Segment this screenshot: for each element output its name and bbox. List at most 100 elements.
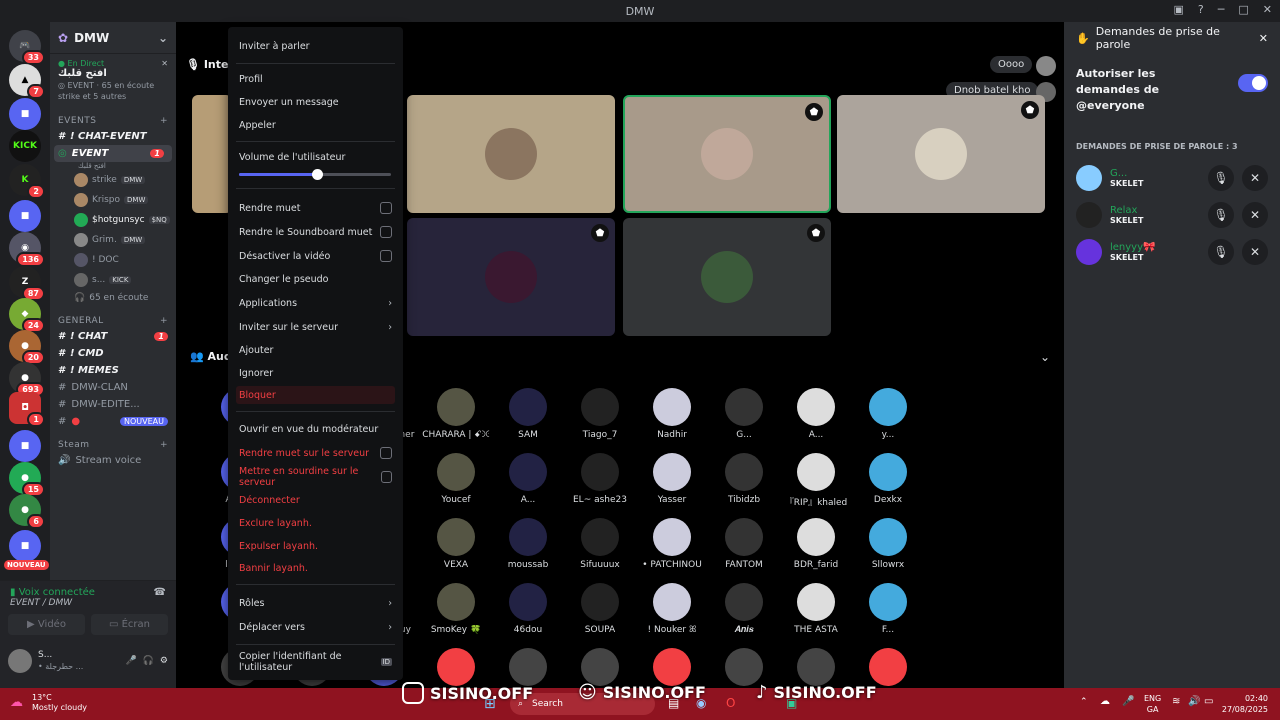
audience-member[interactable]: F...: [852, 583, 924, 635]
audience-member[interactable]: Tiago_7: [564, 388, 636, 440]
server-icon[interactable]: Z 87: [9, 266, 45, 301]
add-icon[interactable]: +: [160, 440, 168, 450]
server-icon[interactable]: ■: [9, 200, 41, 232]
checkbox[interactable]: [380, 202, 392, 214]
audience-member[interactable]: SmoKey 🍀: [420, 583, 492, 635]
checkbox[interactable]: [380, 447, 392, 459]
audience-member[interactable]: 『RIP』khaled: [780, 453, 852, 508]
channel-stream-voice[interactable]: 🔊 Stream voice: [50, 452, 176, 469]
voice-user[interactable]: ! DOC: [50, 250, 176, 270]
disconnect-icon[interactable]: ☎: [154, 587, 166, 598]
menu-call[interactable]: Appeler: [236, 116, 395, 134]
menu-apps[interactable]: Applications ›: [236, 294, 395, 312]
screen-button[interactable]: ▭ Écran: [91, 614, 168, 635]
channel-dmw-edite[interactable]: # DMW-EDITE...: [50, 396, 176, 413]
close-icon[interactable]: ✕: [1263, 3, 1272, 16]
menu-change-nick[interactable]: Changer le pseudo: [236, 270, 395, 288]
wifi-icon[interactable]: ≋: [1172, 696, 1180, 707]
menu-roles[interactable]: Rôles ›: [236, 594, 395, 612]
deny-speaker-button[interactable]: ✕: [1242, 201, 1268, 228]
server-icon[interactable]: ● 693: [9, 362, 45, 397]
microphone-icon[interactable]: 🎤: [125, 656, 136, 666]
menu-add[interactable]: Ajouter: [236, 341, 395, 359]
audience-member[interactable]: Sllowrx: [852, 518, 924, 570]
maximize-icon[interactable]: □: [1238, 3, 1248, 16]
audience-member[interactable]: 𝑨𝒏𝒊𝒔: [708, 583, 780, 635]
chevron-down-icon[interactable]: ⌄: [1040, 350, 1050, 364]
menu-server-deafen[interactable]: Mettre en sourdine sur le serveur: [236, 466, 395, 488]
avatar[interactable]: [8, 649, 32, 673]
speaker-tile[interactable]: ⬟: [407, 218, 615, 336]
battery-icon[interactable]: ▭: [1204, 696, 1213, 707]
microphone-icon[interactable]: 🎤: [1122, 696, 1134, 707]
deny-speaker-button[interactable]: ✕: [1242, 238, 1268, 265]
audience-member[interactable]: A...: [780, 388, 852, 440]
speaker-tile-active[interactable]: ⬟: [623, 95, 831, 213]
voice-user[interactable]: Grim. DMW: [50, 230, 176, 250]
channel-chat[interactable]: # ! CHAT 1: [50, 328, 176, 345]
menu-mod-view[interactable]: Ouvrir en vue du modérateur: [236, 420, 395, 438]
menu-mute-soundboard[interactable]: Rendre le Soundboard muet: [236, 223, 395, 241]
accept-speaker-button[interactable]: 🎙: [1208, 238, 1234, 265]
channel-chat-event[interactable]: # ! CHAT-EVENT: [50, 128, 176, 145]
add-icon[interactable]: +: [160, 316, 168, 326]
server-icon[interactable]: ● 15: [9, 462, 45, 497]
audience-member[interactable]: FANTOM: [708, 518, 780, 570]
close-icon[interactable]: ✕: [1259, 32, 1268, 45]
home-button[interactable]: 🎮 33: [9, 30, 45, 65]
audience-member[interactable]: A...: [492, 453, 564, 505]
server-icon-active[interactable]: ◘ 1: [9, 392, 45, 427]
menu-ban[interactable]: Bannir layanh.: [236, 559, 395, 577]
audience-member[interactable]: THE ASTA: [780, 583, 852, 635]
opera-icon[interactable]: O: [726, 696, 735, 710]
menu-exclude[interactable]: Exclure layanh.: [236, 514, 395, 532]
language-indicator[interactable]: ENG GA: [1144, 693, 1161, 715]
menu-kick[interactable]: Expulser layanh.: [236, 537, 395, 555]
inbox-icon[interactable]: ▣: [1174, 3, 1184, 16]
audience-member[interactable]: Youcef: [420, 453, 492, 505]
minimize-icon[interactable]: ─: [1218, 3, 1225, 16]
allow-requests-toggle[interactable]: [1238, 74, 1268, 92]
channel-dmw-clan[interactable]: # DMW-CLAN: [50, 379, 176, 396]
channel-event[interactable]: ◎ EVENT 1: [54, 145, 172, 162]
menu-disable-video[interactable]: Désactiver la vidéo: [236, 247, 395, 265]
guild-header[interactable]: ✿ DMW ⌄: [50, 22, 176, 54]
headphones-icon[interactable]: 🎧: [143, 656, 154, 666]
audience-member[interactable]: Tibidzb: [708, 453, 780, 505]
video-button[interactable]: ▶ Vidéo: [8, 614, 85, 635]
audience-member[interactable]: y...: [852, 388, 924, 440]
add-icon[interactable]: +: [160, 116, 168, 126]
menu-server-mute[interactable]: Rendre muet sur le serveur: [236, 444, 395, 462]
speaker-tile[interactable]: ⬟: [623, 218, 831, 336]
checkbox[interactable]: [380, 250, 392, 262]
category-events[interactable]: EVENTS +: [50, 106, 176, 128]
gear-icon[interactable]: ⚙: [160, 656, 168, 666]
audience-member[interactable]: G...: [708, 388, 780, 440]
voice-user[interactable]: s... KICK: [50, 270, 176, 290]
audience-member[interactable]: EL~ ashe23: [564, 453, 636, 505]
audience-member[interactable]: SAM: [492, 388, 564, 440]
server-icon[interactable]: ■: [9, 530, 41, 562]
server-icon[interactable]: ■: [9, 430, 41, 462]
audience-member[interactable]: 46dou: [492, 583, 564, 635]
user-volume-slider[interactable]: [239, 169, 391, 180]
menu-move-to[interactable]: Déplacer vers ›: [236, 618, 395, 636]
channel-memes[interactable]: # ! MEMES: [50, 362, 176, 379]
accept-speaker-button[interactable]: 🎙: [1208, 164, 1234, 191]
voice-user[interactable]: Krispo DMW: [50, 190, 176, 210]
speaker-tile[interactable]: ⬟: [837, 95, 1045, 213]
audience-member[interactable]: CHARARA | ꗃꖻ: [420, 388, 492, 440]
audience-member[interactable]: Nadhir: [636, 388, 708, 440]
deny-speaker-button[interactable]: ✕: [1242, 164, 1268, 191]
weather-widget[interactable]: 13°C Mostly cloudy: [32, 693, 87, 713]
channel-cmd[interactable]: # ! CMD: [50, 345, 176, 362]
server-icon[interactable]: ■: [9, 98, 41, 130]
checkbox[interactable]: [381, 471, 392, 483]
voice-user[interactable]: strike DMW: [50, 170, 176, 190]
menu-profile[interactable]: Profil: [236, 70, 395, 88]
audience-member[interactable]: Dexkx: [852, 453, 924, 505]
category-general[interactable]: GENERAL +: [50, 306, 176, 328]
menu-invite-speak[interactable]: Inviter à parler: [236, 37, 395, 55]
menu-copy-id[interactable]: Copier l'identifiant de l'utilisateur ID: [236, 651, 395, 673]
server-icon[interactable]: ◉ 136: [9, 232, 45, 267]
